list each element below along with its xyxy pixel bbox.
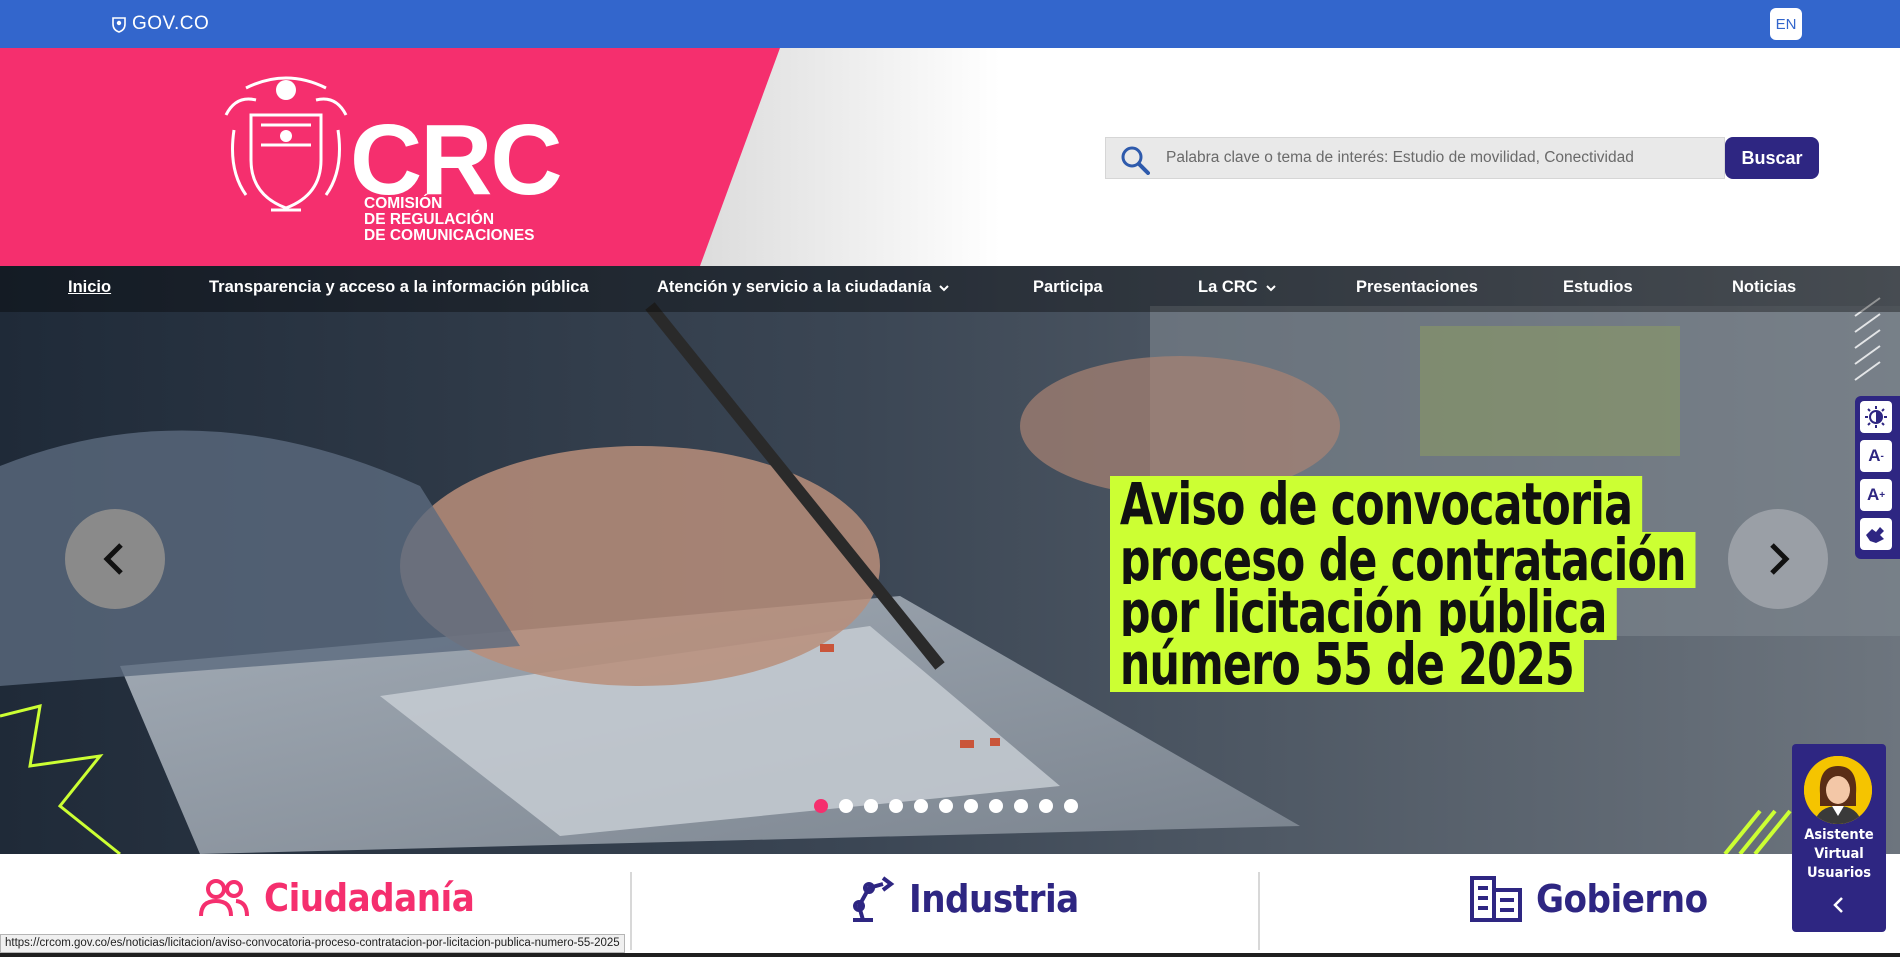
carousel-dot[interactable] — [814, 799, 828, 813]
search-button[interactable]: Buscar — [1725, 137, 1819, 179]
nav-item-presentaciones[interactable]: Presentaciones — [1356, 278, 1478, 297]
category-industria[interactable]: Industria — [847, 876, 1079, 922]
search-icon — [1121, 146, 1150, 175]
assistant-label: Asistente Virtual Usuarios — [1804, 827, 1874, 881]
crc-home-logo-link[interactable]: CRC COMISIÓN DE REGULACIÓN DE COMUNICACI… — [216, 70, 586, 250]
language-toggle-button[interactable]: EN — [1770, 8, 1802, 40]
contrast-icon — [1865, 406, 1887, 428]
building-icon — [1470, 876, 1522, 922]
hero-carousel: Inicio Transparencia y acceso a la infor… — [0, 266, 1900, 854]
accessibility-toolbar: A- A + — [1855, 396, 1900, 559]
category-ciudadania[interactable]: Ciudadanía — [198, 876, 475, 920]
promo-line-1: Aviso de convocatoria — [1110, 475, 1642, 533]
contrast-toggle-button[interactable] — [1860, 401, 1892, 433]
assistant-avatar — [1804, 756, 1872, 824]
search-input[interactable] — [1166, 138, 1711, 178]
search-box — [1105, 137, 1725, 179]
carousel-dot[interactable] — [914, 799, 928, 813]
virtual-assistant-widget[interactable]: Asistente Virtual Usuarios — [1792, 744, 1886, 932]
colombia-coat-of-arms-icon — [224, 76, 348, 212]
page: { "govbar": { "logo_text": "GOV.CO", "la… — [0, 0, 1900, 957]
carousel-indicators — [814, 799, 1078, 813]
increase-font-button[interactable]: A + — [1860, 479, 1892, 511]
carousel-dot[interactable] — [939, 799, 953, 813]
sign-language-button[interactable] — [1860, 518, 1892, 550]
nav-item-la-crc[interactable]: La CRC — [1198, 278, 1276, 297]
nav-item-atencion[interactable]: Atención y servicio a la ciudadanía — [657, 278, 949, 297]
category-divider — [1258, 872, 1260, 950]
carousel-dot[interactable] — [839, 799, 853, 813]
carousel-next-button[interactable] — [1728, 509, 1828, 609]
carousel-dot[interactable] — [1014, 799, 1028, 813]
nav-item-estudios[interactable]: Estudios — [1563, 278, 1633, 297]
crc-name-line-2: DE REGULACIÓN — [364, 211, 495, 228]
carousel-dot[interactable] — [1064, 799, 1078, 813]
crc-name-line-3: DE COMUNICACIONES — [364, 227, 535, 244]
gov-top-bar: GOV.CO EN — [0, 0, 1900, 48]
promo-line-4: número 55 de 2025 — [1110, 635, 1584, 693]
chevron-down-icon — [939, 284, 949, 291]
site-header: CRC COMISIÓN DE REGULACIÓN DE COMUNICACI… — [0, 48, 1900, 266]
carousel-dot[interactable] — [1039, 799, 1053, 813]
chevron-left-icon[interactable] — [1828, 894, 1850, 916]
nav-item-noticias[interactable]: Noticias — [1732, 278, 1796, 297]
carousel-dot[interactable] — [964, 799, 978, 813]
crc-name-line-1: COMISIÓN — [364, 195, 443, 212]
chevron-left-icon — [103, 543, 123, 575]
category-label: Industria — [909, 877, 1079, 921]
main-navigation: Inicio Transparencia y acceso a la infor… — [0, 266, 1900, 312]
robot-arm-icon — [853, 876, 895, 922]
category-label: Gobierno — [1536, 877, 1708, 921]
hero-promo-link[interactable]: Aviso de convocatoria proceso de contrat… — [1110, 475, 1696, 736]
category-label: Ciudadanía — [264, 876, 475, 920]
category-divider — [630, 872, 632, 950]
nav-item-inicio[interactable]: Inicio — [68, 278, 111, 297]
decrease-font-button[interactable]: A- — [1860, 440, 1892, 472]
carousel-dot[interactable] — [889, 799, 903, 813]
category-gobierno[interactable]: Gobierno — [1470, 876, 1708, 922]
gov-co-logo-link[interactable]: GOV.CO — [110, 13, 209, 35]
crc-full-name: COMISIÓN DE REGULACIÓN DE COMUNICACIONES — [364, 196, 535, 244]
nav-item-participa[interactable]: Participa — [1033, 278, 1103, 297]
carousel-dot[interactable] — [989, 799, 1003, 813]
sign-language-icon — [1866, 527, 1884, 543]
carousel-dot[interactable] — [864, 799, 878, 813]
chevron-right-icon — [1770, 543, 1790, 575]
carousel-prev-button[interactable] — [65, 509, 165, 609]
colombia-shield-icon — [112, 17, 126, 33]
bottom-strip — [0, 953, 1900, 957]
gov-co-text: GOV.CO — [132, 13, 210, 34]
people-icon — [199, 879, 249, 917]
assistant-woman-icon — [1804, 756, 1872, 824]
chevron-down-icon — [1265, 284, 1276, 291]
status-bar-url: https://crcom.gov.co/es/noticias/licitac… — [0, 934, 625, 953]
nav-item-transparencia[interactable]: Transparencia y acceso a la información … — [209, 278, 589, 297]
